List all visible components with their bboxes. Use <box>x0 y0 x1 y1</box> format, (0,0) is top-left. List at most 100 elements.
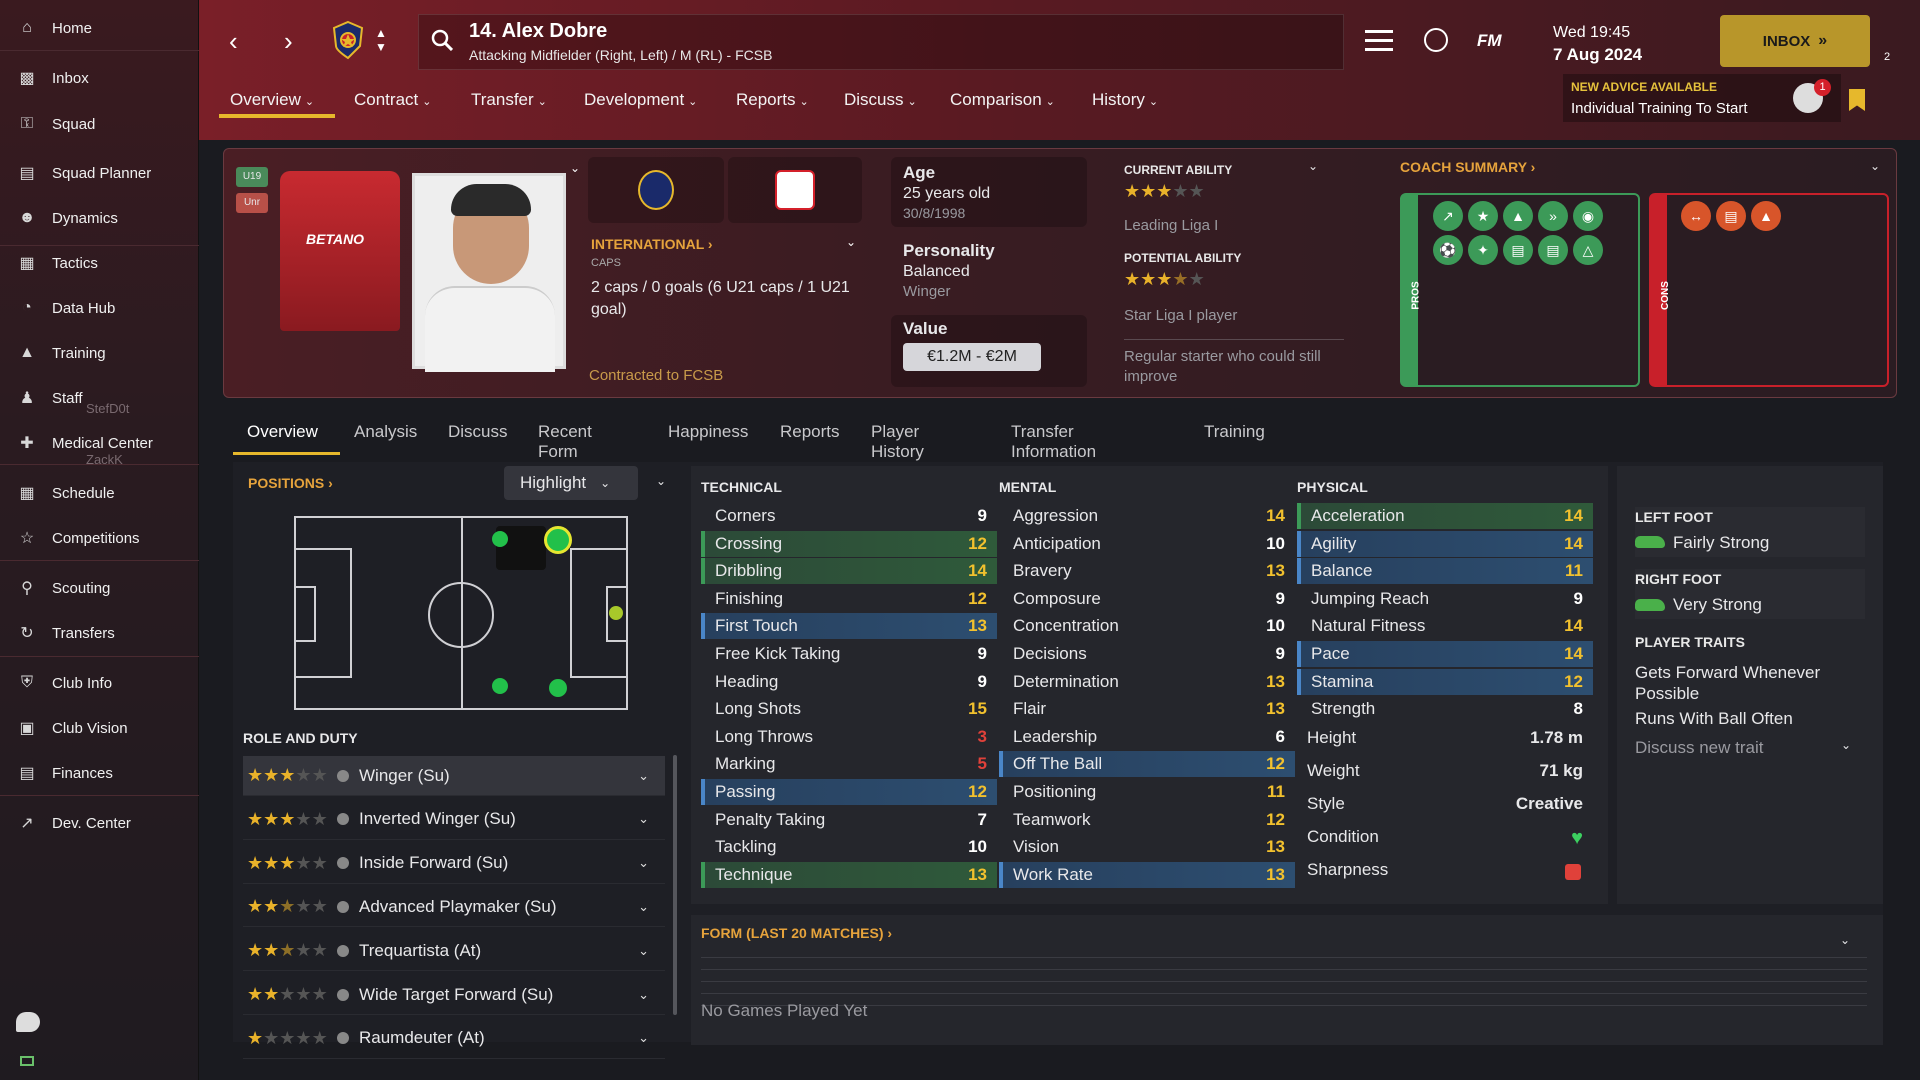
role-row[interactable]: ★★★★★ Trequartista (At) ⌄ <box>243 931 665 972</box>
form-label[interactable]: FORM (LAST 20 MATCHES) › <box>701 925 892 941</box>
role-row[interactable]: ★★★★★ Winger (Su) ⌄ <box>243 756 665 796</box>
tab-training[interactable]: Training <box>1204 422 1265 442</box>
position-marker[interactable] <box>549 679 567 697</box>
info-icon[interactable] <box>337 944 349 957</box>
attribute-row[interactable]: Free Kick Taking 9 <box>701 641 997 667</box>
sidebar-item-competitions[interactable]: ☆ Competitions <box>0 518 199 558</box>
info-icon[interactable] <box>337 769 349 782</box>
menu-comparison[interactable]: Comparison ⌄ <box>950 90 1055 110</box>
attribute-row[interactable]: Crossing 12 <box>701 530 997 557</box>
attribute-row[interactable]: Technique 13 <box>701 861 997 888</box>
sidebar-item-club-vision[interactable]: ▣ Club Vision <box>0 708 199 748</box>
international-label[interactable]: INTERNATIONAL › <box>591 236 713 252</box>
positions-label[interactable]: POSITIONS › <box>248 475 333 491</box>
con-trait-icon[interactable]: ▲ <box>1751 201 1781 231</box>
sidebar-item-data-hub[interactable]: ◔ Data Hub <box>0 288 199 328</box>
attribute-row[interactable]: Dribbling 14 <box>701 558 997 585</box>
attribute-row[interactable]: Concentration 10 <box>999 613 1295 639</box>
player-switch-icon[interactable]: ▲ ▼ <box>375 26 387 54</box>
con-trait-icon[interactable]: ▤ <box>1716 201 1746 231</box>
sidebar-item-squad[interactable]: ⚿ Squad <box>0 104 199 144</box>
chat-icon[interactable] <box>16 1012 40 1032</box>
sidebar-item-scouting[interactable]: ⚲ Scouting <box>0 568 199 608</box>
chevron-down-icon[interactable]: ⌄ <box>638 943 649 959</box>
pro-trait-icon[interactable]: △ <box>1573 235 1603 265</box>
menu-contract[interactable]: Contract ⌄ <box>354 90 431 110</box>
attribute-row[interactable]: Acceleration 14 <box>1297 503 1593 529</box>
info-icon[interactable] <box>337 988 349 1001</box>
info-icon[interactable] <box>337 1032 349 1045</box>
menu-history[interactable]: History ⌄ <box>1092 90 1158 110</box>
coach-summary-label[interactable]: COACH SUMMARY › <box>1400 159 1535 175</box>
attribute-row[interactable]: Stamina 12 <box>1297 668 1593 695</box>
attribute-row[interactable]: Natural Fitness 14 <box>1297 613 1593 639</box>
attribute-row[interactable]: Finishing 12 <box>701 586 997 612</box>
attribute-row[interactable]: Long Throws 3 <box>701 724 997 750</box>
chevron-down-icon[interactable]: ⌄ <box>638 1030 649 1046</box>
info-icon[interactable] <box>337 900 349 913</box>
role-row[interactable]: ★★★★★ Inverted Winger (Su) ⌄ <box>243 800 665 840</box>
info-icon[interactable] <box>337 813 349 826</box>
tab-transfer-information[interactable]: Transfer Information <box>1011 422 1096 462</box>
attribute-row[interactable]: Off The Ball 12 <box>999 751 1295 778</box>
chevron-down-icon[interactable]: ⌄ <box>638 855 649 871</box>
menu-discuss[interactable]: Discuss ⌄ <box>844 90 917 110</box>
info-icon[interactable] <box>337 857 349 870</box>
attribute-row[interactable]: Passing 12 <box>701 779 997 805</box>
attribute-row[interactable]: Pace 14 <box>1297 641 1593 667</box>
menu-icon[interactable] <box>1365 30 1393 52</box>
pro-trait-icon[interactable]: ↗ <box>1433 201 1463 231</box>
attribute-row[interactable]: First Touch 13 <box>701 613 997 640</box>
forward-button[interactable]: › <box>284 26 293 57</box>
sidebar-item-finances[interactable]: ▤ Finances <box>0 753 199 793</box>
attribute-row[interactable]: Work Rate 13 <box>999 861 1295 888</box>
attribute-row[interactable]: Aggression 14 <box>999 503 1295 529</box>
sidebar-item-dev-center[interactable]: ↗ Dev. Center <box>0 803 199 843</box>
attribute-row[interactable]: Vision 13 <box>999 834 1295 860</box>
position-marker[interactable] <box>609 606 623 620</box>
sidebar-item-inbox[interactable]: ▩ Inbox <box>0 58 199 98</box>
ball-icon[interactable] <box>1424 28 1448 52</box>
menu-reports[interactable]: Reports ⌄ <box>736 90 809 110</box>
sidebar-item-transfers[interactable]: ↻ Transfers <box>0 613 199 653</box>
ability-chevron-icon[interactable]: ⌄ <box>1308 159 1318 173</box>
form-chevron-icon[interactable]: ⌄ <box>1840 933 1850 947</box>
attribute-row[interactable]: Penalty Taking 7 <box>701 807 997 833</box>
menu-transfer[interactable]: Transfer ⌄ <box>471 90 547 110</box>
menu-overview[interactable]: Overview ⌄ <box>230 90 314 110</box>
pro-trait-icon[interactable]: ▤ <box>1503 235 1533 265</box>
chevron-down-icon[interactable]: ⌄ <box>1841 738 1851 752</box>
tab-happiness[interactable]: Happiness <box>668 422 748 442</box>
menu-development[interactable]: Development ⌄ <box>584 90 697 110</box>
sidebar-item-home[interactable]: ⌂ Home <box>0 8 199 48</box>
role-row[interactable]: ★★★★★ Inside Forward (Su) ⌄ <box>243 844 665 884</box>
attribute-row[interactable]: Teamwork 12 <box>999 807 1295 833</box>
advice-panel[interactable]: NEW ADVICE AVAILABLE Individual Training… <box>1563 74 1841 122</box>
con-trait-icon[interactable]: ↔ <box>1681 201 1711 231</box>
attribute-row[interactable]: Balance 11 <box>1297 558 1593 585</box>
position-marker-selected[interactable] <box>544 526 572 554</box>
sidebar-item-tactics[interactable]: ▦ Tactics <box>0 243 199 283</box>
pro-trait-icon[interactable]: » <box>1538 201 1568 231</box>
pro-trait-icon[interactable]: ▤ <box>1538 235 1568 265</box>
tab-discuss[interactable]: Discuss <box>448 422 508 442</box>
chevron-down-icon[interactable]: ⌄ <box>638 987 649 1003</box>
attribute-row[interactable]: Anticipation 10 <box>999 531 1295 557</box>
nation-badge-card[interactable] <box>728 157 862 223</box>
attribute-row[interactable]: Determination 13 <box>999 669 1295 695</box>
pro-trait-icon[interactable]: ◉ <box>1573 201 1603 231</box>
discuss-trait-dropdown[interactable]: Discuss new trait <box>1635 738 1763 758</box>
tab-recent-form[interactable]: Recent Form <box>538 422 592 462</box>
roles-scrollbar[interactable] <box>673 755 677 1015</box>
position-marker[interactable] <box>492 531 508 547</box>
attribute-row[interactable]: Positioning 11 <box>999 779 1295 805</box>
sidebar-item-training[interactable]: ▲ Training <box>0 333 199 373</box>
pro-trait-icon[interactable]: ▲ <box>1503 201 1533 231</box>
role-row[interactable]: ★★★★★ Advanced Playmaker (Su) ⌄ <box>243 887 665 928</box>
sidebar-item-schedule[interactable]: ▦ Schedule <box>0 473 199 513</box>
tab-analysis[interactable]: Analysis <box>354 422 417 442</box>
sidebar-item-club-info[interactable]: ⛨ Club Info <box>0 663 199 703</box>
role-row[interactable]: ★★★★★ Raumdeuter (At) ⌄ <box>243 1019 665 1059</box>
attribute-row[interactable]: Agility 14 <box>1297 530 1593 557</box>
attribute-row[interactable]: Heading 9 <box>701 669 997 695</box>
